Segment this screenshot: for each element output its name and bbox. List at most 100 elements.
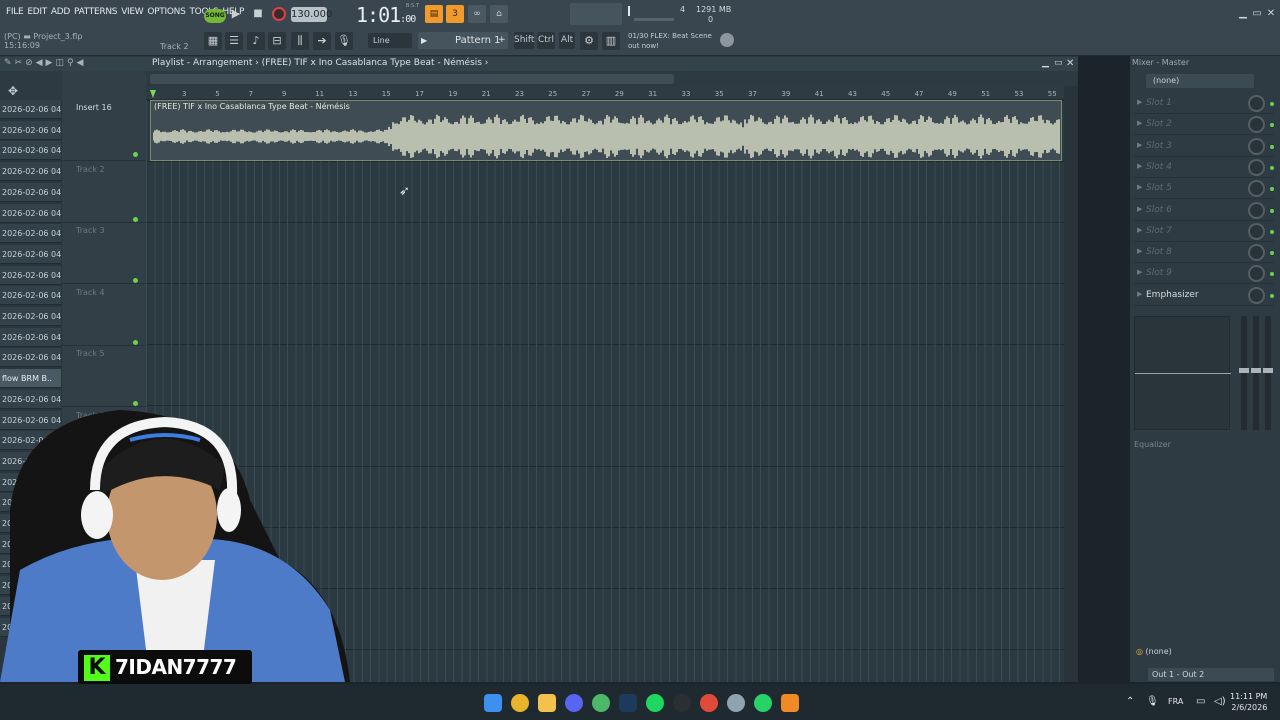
- slot-mix-knob[interactable]: [1248, 287, 1265, 304]
- playlist-view-icon[interactable]: ▦: [204, 32, 222, 50]
- pattern-song-icon[interactable]: ▤: [425, 5, 443, 23]
- slot-enable-led[interactable]: [1270, 208, 1274, 213]
- minimize-icon[interactable]: ▁: [1236, 8, 1250, 20]
- playlist-minimize-icon[interactable]: ▁: [1042, 58, 1049, 68]
- track-enable-led[interactable]: [133, 216, 138, 222]
- alt-key-button[interactable]: Alt: [559, 32, 575, 49]
- settings-icon[interactable]: [727, 694, 745, 712]
- playlist-maximize-icon[interactable]: ▭: [1054, 58, 1063, 68]
- channel-rack-icon[interactable]: ☰: [225, 32, 243, 50]
- pattern-list-item[interactable]: 2026-02-06 04-: [0, 307, 61, 326]
- track-enable-led[interactable]: [133, 278, 138, 283]
- slot-mix-knob[interactable]: [1248, 222, 1265, 240]
- slot-enable-led[interactable]: [1270, 165, 1274, 170]
- track-enable-led[interactable]: [133, 339, 138, 345]
- track-header[interactable]: Track 2: [62, 162, 146, 223]
- language-indicator[interactable]: FRA: [1168, 697, 1183, 706]
- mixer-output-selector[interactable]: Out 1 - Out 2: [1148, 668, 1274, 681]
- eq-graph[interactable]: [1134, 316, 1231, 430]
- add-pattern-icon[interactable]: +: [498, 32, 506, 49]
- maximize-icon[interactable]: ▭: [1250, 8, 1264, 20]
- playlist-close-icon[interactable]: ✕: [1066, 58, 1074, 69]
- pattern-list-item[interactable]: 2026-02-06 04-: [0, 120, 61, 140]
- countdown-icon[interactable]: 3: [446, 5, 464, 23]
- record-button[interactable]: [272, 7, 286, 21]
- pattern-list-item[interactable]: 2026-02-06 04-: [0, 244, 61, 264]
- typing-keyboard-icon[interactable]: ⚙: [580, 32, 598, 50]
- track-header[interactable]: Insert 16: [62, 100, 146, 161]
- snap-selector[interactable]: Line: [368, 33, 412, 48]
- loop-record-icon[interactable]: ∞: [468, 5, 486, 23]
- slot-enable-led[interactable]: [1270, 102, 1274, 106]
- menu-view[interactable]: VIEW: [119, 7, 145, 17]
- slot-enable-led[interactable]: [1270, 187, 1274, 192]
- stop-button[interactable]: ■: [250, 6, 266, 22]
- discord-icon[interactable]: [565, 694, 583, 712]
- track-enable-led[interactable]: [133, 152, 138, 157]
- audio-clip[interactable]: (FREE) TIF x Ino Casablanca Type Beat - …: [150, 100, 1062, 161]
- pattern-arrow-icon[interactable]: ▶: [421, 32, 427, 49]
- pattern-list-item[interactable]: 2026-02-06 04-: [0, 182, 61, 202]
- news-ticker[interactable]: 01/30 FLEX: Beat Scene out now!: [628, 31, 712, 51]
- menu-add[interactable]: ADD: [49, 7, 72, 17]
- close-icon[interactable]: ✕: [1264, 8, 1278, 20]
- menu-file[interactable]: FILE: [4, 7, 25, 17]
- whatsapp-icon[interactable]: [754, 694, 772, 712]
- mixer-slot[interactable]: ▶ Slot 6: [1134, 201, 1274, 221]
- chrome-alt-icon[interactable]: [700, 694, 718, 712]
- app-green-icon[interactable]: [592, 694, 610, 712]
- microphone-tray-icon[interactable]: 🎙: [1146, 696, 1159, 707]
- spotify-icon[interactable]: [646, 694, 664, 712]
- slot-enable-led[interactable]: [1270, 294, 1274, 298]
- pattern-list-item[interactable]: 2026-02-06 04-: [0, 141, 61, 161]
- menu-patterns[interactable]: PATTERNS: [72, 7, 119, 17]
- pattern-list-item[interactable]: 2026-02-06 04-: [0, 100, 61, 119]
- eq-faders[interactable]: [1238, 316, 1274, 430]
- fl-studio-icon[interactable]: [781, 694, 799, 712]
- pattern-list-item[interactable]: 2026-02-06 04-: [0, 162, 61, 182]
- volume-icon[interactable]: ◁): [1214, 696, 1226, 707]
- slot-enable-led[interactable]: [1270, 251, 1274, 256]
- network-icon[interactable]: ▭: [1196, 696, 1205, 707]
- track-header[interactable]: Track 3: [62, 223, 146, 284]
- cart-icon[interactable]: ▥: [602, 32, 620, 50]
- mixer-slot[interactable]: ▶ Slot 9: [1134, 264, 1274, 285]
- mixer-slot[interactable]: ▶ Slot 3: [1134, 137, 1274, 157]
- online-icon[interactable]: [720, 33, 734, 47]
- pattern-list-item[interactable]: 2026-02-06 04-: [0, 265, 61, 285]
- ctrl-key-button[interactable]: Ctrl: [537, 32, 555, 49]
- microphone-icon[interactable]: 🎙: [335, 32, 353, 50]
- slot-mix-knob[interactable]: [1248, 180, 1265, 198]
- file-explorer-icon[interactable]: [538, 694, 556, 712]
- slot-enable-led[interactable]: [1270, 123, 1274, 128]
- play-button[interactable]: ▶: [228, 6, 244, 22]
- pattern-list-item[interactable]: 2026-02-06 04-: [0, 327, 61, 347]
- windows-start-icon[interactable]: [484, 694, 502, 712]
- mixer-slot[interactable]: ▶ Slot 1: [1134, 94, 1274, 114]
- slot-mix-knob[interactable]: [1248, 158, 1265, 176]
- menu-edit[interactable]: EDIT: [25, 7, 49, 17]
- playlist-tools[interactable]: ✎✂⊘◀▶◫⚲◀: [4, 58, 86, 68]
- slot-mix-knob[interactable]: [1248, 201, 1265, 219]
- pattern-selector[interactable]: ▶ Pattern 1 +: [418, 32, 508, 49]
- pattern-list-item[interactable]: 2026-02-06 04-: [0, 389, 61, 409]
- mixer-icon[interactable]: ⫼: [291, 32, 309, 50]
- tempo-display[interactable]: 130.000: [291, 7, 332, 22]
- chrome-icon[interactable]: [511, 694, 529, 712]
- add-track-icon[interactable]: ✥: [8, 84, 18, 98]
- mixer-slot[interactable]: ▶ Slot 2: [1134, 115, 1274, 136]
- slot-mix-knob[interactable]: [1248, 95, 1265, 112]
- mixer-slot[interactable]: ▶ Slot 4: [1134, 158, 1274, 178]
- tray-chevron-icon[interactable]: ⌃: [1126, 696, 1134, 707]
- slot-enable-led[interactable]: [1270, 144, 1274, 149]
- slot-mix-knob[interactable]: [1248, 116, 1265, 134]
- slot-enable-led[interactable]: [1270, 229, 1274, 234]
- pattern-list-item[interactable]: 2026-02-06 04-: [0, 348, 61, 368]
- browser-icon[interactable]: ⊟: [268, 32, 286, 50]
- mixer-preset-selector[interactable]: (none): [1146, 74, 1254, 88]
- arrow-tool-icon[interactable]: ➔: [313, 32, 331, 50]
- clock[interactable]: 11:11 PM 2/6/2026: [1230, 691, 1267, 713]
- pattern-list-item[interactable]: 2026-02-06 04-: [0, 286, 61, 306]
- vertical-scrollbar[interactable]: [1064, 86, 1078, 682]
- emphasizer-slot[interactable]: ▶ Emphasizer: [1134, 286, 1274, 306]
